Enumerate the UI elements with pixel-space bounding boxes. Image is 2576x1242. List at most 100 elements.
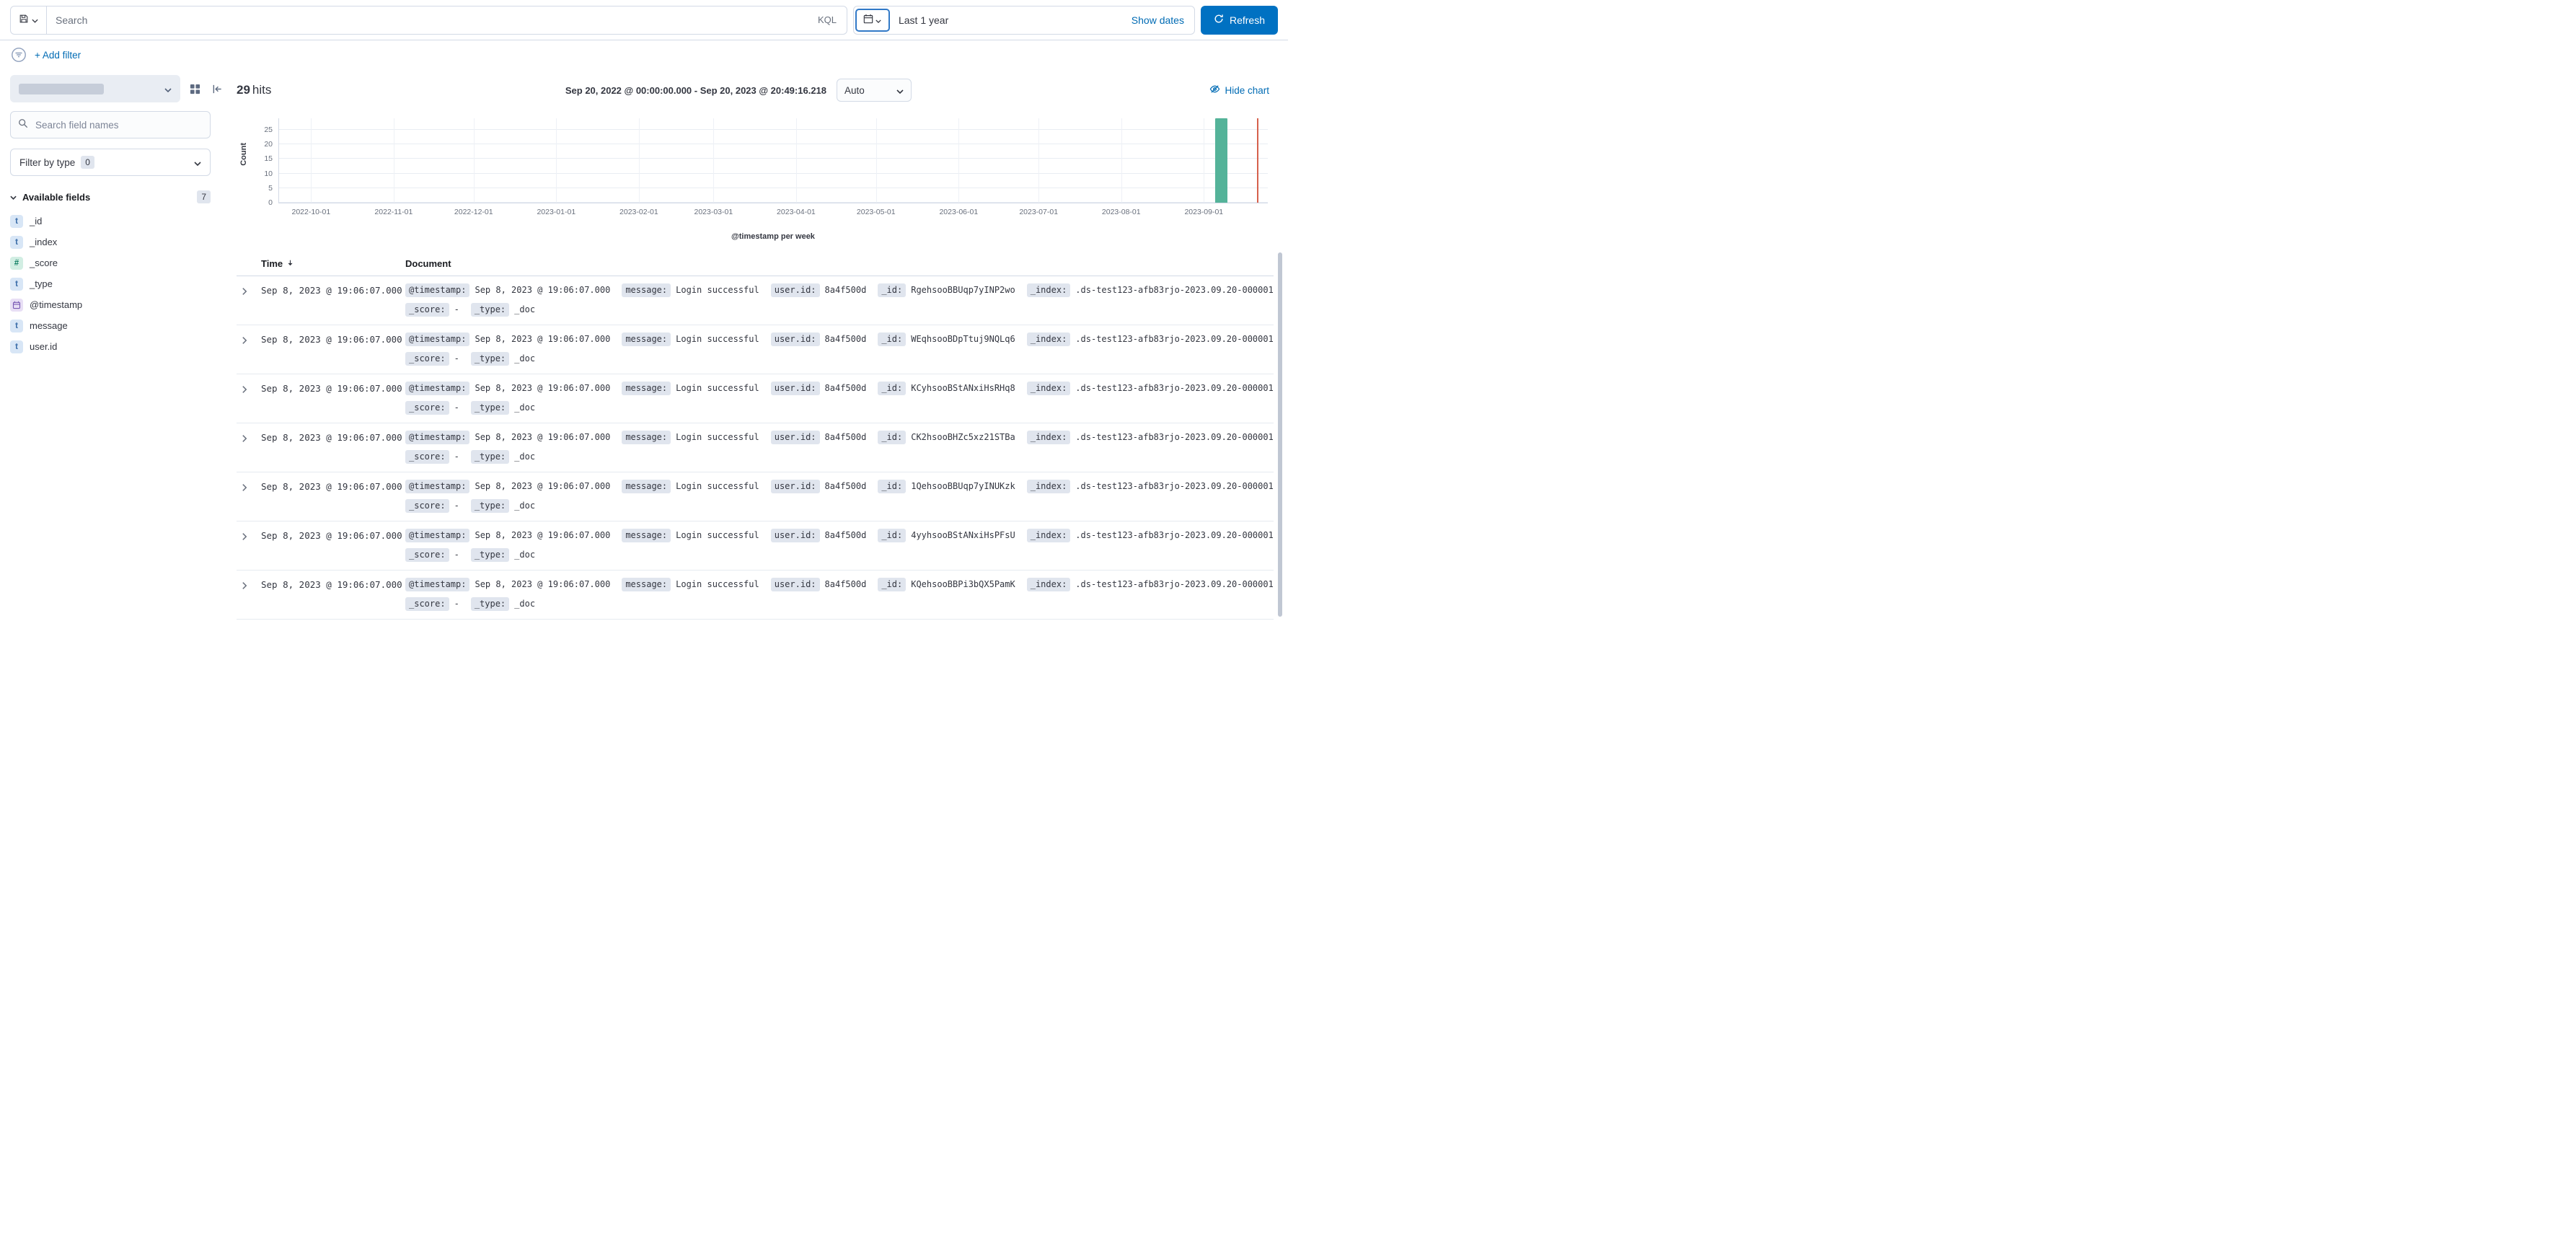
gridline (279, 202, 1268, 203)
table-row: Sep 8, 2023 @ 19:06:07.000 @timestamp: Se… (237, 374, 1274, 423)
y-tick-label: 0 (268, 198, 273, 207)
document-field-name: _score: (405, 548, 449, 562)
row-document: @timestamp: Sep 8, 2023 @ 19:06:07.000 mes… (405, 283, 1274, 317)
x-tick-label: 2022-12-01 (454, 208, 493, 216)
search-input[interactable] (47, 6, 808, 34)
hide-chart-button[interactable]: Hide chart (1205, 83, 1274, 97)
document-field-name: _score: (405, 597, 449, 611)
document-field-value: 1QehsooBBUqp7yINUKzk (911, 481, 1015, 491)
chevron-right-icon (242, 582, 247, 589)
refresh-label: Refresh (1229, 14, 1265, 26)
document-field-name: _index: (1026, 578, 1071, 591)
field-name: _index (30, 237, 58, 247)
add-filter-button[interactable]: + Add filter (35, 50, 81, 61)
document-field-value: 8a4f500d (824, 383, 867, 393)
chevron-down-icon (10, 190, 17, 203)
document-field-name: _type: (470, 597, 510, 611)
document-field-name: _score: (405, 450, 449, 464)
time-range-label[interactable]: Last 1 year (890, 14, 1123, 26)
x-tick-label: 2023-02-01 (619, 208, 658, 216)
collapse-sidebar-button[interactable] (210, 81, 225, 97)
document-field-value: Login successful (676, 432, 759, 442)
document-field-name: _score: (405, 499, 449, 513)
calendar-field-type-icon (10, 298, 23, 312)
field-name: @timestamp (30, 299, 83, 310)
document-field-value: _doc (514, 599, 536, 609)
gridline (279, 158, 1268, 159)
show-dates-button[interactable]: Show dates (1123, 14, 1193, 26)
sidebar-field-item[interactable]: t user.id (10, 336, 211, 357)
time-column-label: Time (261, 258, 283, 269)
document-field-value: 8a4f500d (824, 285, 867, 295)
sidebar-field-item[interactable]: t _index (10, 232, 211, 252)
sidebar-field-item[interactable]: @timestamp (10, 294, 211, 315)
table-header: Time Document (237, 252, 1274, 276)
document-field-value: KCyhsooBStANxiHsRHq8 (911, 383, 1015, 393)
hits-word: hits (252, 83, 272, 97)
document-column-header: Document (405, 258, 451, 269)
histogram-bar[interactable] (1214, 118, 1227, 203)
field-search-input[interactable] (34, 118, 203, 131)
string-field-type-icon: t (10, 319, 23, 332)
filter-by-type-count-badge: 0 (81, 156, 94, 169)
view-options-button[interactable] (188, 81, 203, 97)
chevron-down-icon (32, 14, 38, 25)
row-document: @timestamp: Sep 8, 2023 @ 19:06:07.000 mes… (405, 332, 1274, 366)
histogram-plot[interactable]: 0 5 10 15 20 25 2022-10-01 2022-11-01 2022-12-01… (264, 118, 1268, 216)
document-field-value: - (454, 452, 459, 462)
document-field-name: user.id: (770, 529, 820, 542)
filter-bar: + Add filter (0, 40, 1288, 69)
calendar-menu-button[interactable] (855, 8, 890, 32)
document-field-value: - (454, 550, 459, 560)
document-field-name: user.id: (770, 431, 820, 444)
document-field-name: message: (622, 283, 671, 297)
sidebar-field-item[interactable]: t message (10, 315, 211, 336)
row-time: Sep 8, 2023 @ 19:06:07.000 (261, 383, 402, 394)
sidebar-field-item[interactable]: # _score (10, 252, 211, 273)
row-document: @timestamp: Sep 8, 2023 @ 19:06:07.000 mes… (405, 431, 1274, 464)
filter-options-button[interactable] (10, 46, 27, 63)
document-field-name: @timestamp: (405, 332, 470, 346)
expand-row-button[interactable] (237, 529, 252, 545)
expand-row-button[interactable] (237, 431, 252, 446)
table-row: Sep 8, 2023 @ 19:06:07.000 @timestamp: Se… (237, 472, 1274, 521)
document-field-name: _index: (1026, 529, 1071, 542)
y-tick-label: 10 (264, 169, 273, 178)
content: Filter by type 0 Available fields 7 t _i… (0, 69, 1288, 621)
expand-row-button[interactable] (237, 382, 252, 397)
gridline (713, 118, 715, 203)
expand-row-button[interactable] (237, 332, 252, 348)
document-field-value: _doc (514, 452, 536, 462)
x-tick-label: 2023-04-01 (777, 208, 816, 216)
hits-number: 29 (237, 83, 250, 97)
x-tick-label: 2023-01-01 (537, 208, 576, 216)
expand-row-button[interactable] (237, 283, 252, 299)
saved-query-menu-button[interactable] (11, 6, 47, 34)
document-field-name: message: (622, 332, 671, 346)
document-field-name: _type: (470, 303, 510, 317)
data-view-picker[interactable] (10, 75, 180, 102)
filter-by-type-button[interactable]: Filter by type 0 (10, 149, 211, 176)
kql-language-button[interactable]: KQL (808, 14, 847, 25)
available-fields-header[interactable]: Available fields 7 (10, 190, 211, 203)
interval-select[interactable]: Auto (837, 79, 912, 102)
vertical-scrollbar[interactable] (1278, 252, 1282, 617)
refresh-button[interactable]: Refresh (1200, 5, 1278, 35)
row-time: Sep 8, 2023 @ 19:06:07.000 (261, 530, 402, 541)
filter-icon (12, 48, 26, 62)
expand-row-button[interactable] (237, 480, 252, 496)
sidebar-field-item[interactable]: t _id (10, 211, 211, 232)
document-field-value: RgehsooBBUqp7yINP2wo (911, 285, 1015, 295)
gridline (1121, 118, 1122, 203)
x-tick-label: 2023-08-01 (1101, 208, 1141, 216)
time-column-header[interactable]: Time (261, 258, 405, 269)
expand-row-button[interactable] (237, 578, 252, 594)
gridline (473, 118, 475, 203)
sidebar-field-item[interactable]: t _type (10, 273, 211, 294)
chevron-right-icon (242, 337, 247, 344)
document-field-name: _score: (405, 401, 449, 415)
chevron-right-icon (242, 435, 247, 442)
x-tick-label: 2023-06-01 (939, 208, 979, 216)
document-field-value: - (454, 402, 459, 413)
document-field-name: _type: (470, 352, 510, 366)
